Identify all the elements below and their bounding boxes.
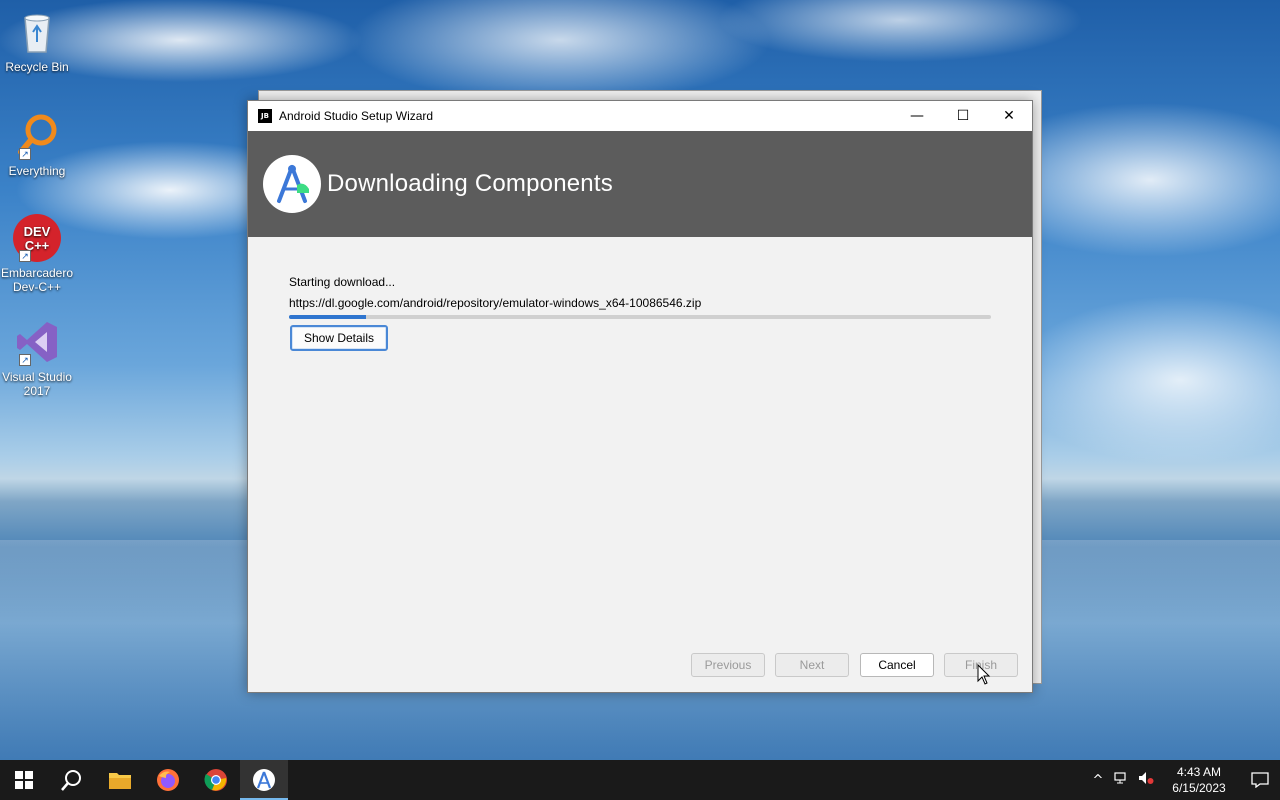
devcpp-icon: DEV C++ ↗ bbox=[13, 214, 61, 262]
window-controls: — ☐ ✕ bbox=[894, 101, 1032, 131]
notification-icon bbox=[1251, 772, 1269, 788]
desktop-icon-visual-studio[interactable]: ↗ Visual Studio 2017 bbox=[0, 318, 74, 398]
wizard-content: Starting download... https://dl.google.c… bbox=[248, 237, 1032, 692]
taskbar-firefox[interactable] bbox=[144, 760, 192, 800]
chrome-icon bbox=[204, 769, 227, 791]
windows-start-icon bbox=[15, 771, 33, 789]
dialog-titlebar[interactable]: JB Android Studio Setup Wizard — ☐ ✕ bbox=[248, 101, 1032, 131]
system-tray: ^ 4:43 AM 6/15/2023 bbox=[1086, 760, 1280, 800]
mouse-cursor-icon bbox=[977, 663, 991, 691]
taskbar-file-explorer[interactable] bbox=[96, 760, 144, 800]
clock-date: 6/15/2023 bbox=[1172, 781, 1226, 795]
taskbar-android-studio[interactable] bbox=[240, 760, 288, 800]
desktop-icon-label: Everything bbox=[8, 164, 66, 178]
start-button[interactable] bbox=[0, 760, 48, 800]
show-details-button[interactable]: Show Details bbox=[290, 325, 388, 351]
desktop-icon-devcpp[interactable]: DEV C++ ↗ Embarcadero Dev-C++ bbox=[0, 214, 74, 294]
firefox-icon bbox=[157, 769, 179, 791]
android-studio-logo-icon bbox=[263, 155, 321, 213]
minimize-button[interactable]: — bbox=[894, 101, 940, 131]
download-status: Starting download... bbox=[289, 275, 396, 289]
recycle-bin-icon bbox=[13, 8, 61, 56]
dialog-title: Android Studio Setup Wizard bbox=[279, 109, 434, 123]
previous-button[interactable]: Previous bbox=[691, 653, 765, 677]
everything-search-icon: ↗ bbox=[13, 112, 61, 160]
download-progress-fill bbox=[289, 315, 367, 319]
shortcut-arrow-icon: ↗ bbox=[19, 250, 31, 262]
visual-studio-icon: ↗ bbox=[13, 318, 61, 366]
file-explorer-icon bbox=[109, 773, 131, 789]
desktop-icon-label: Recycle Bin bbox=[5, 60, 69, 74]
search-button[interactable] bbox=[48, 760, 96, 800]
search-icon bbox=[61, 770, 81, 791]
network-icon[interactable] bbox=[1110, 771, 1134, 789]
notification-center-button[interactable] bbox=[1240, 760, 1280, 800]
cancel-button[interactable]: Cancel bbox=[860, 653, 934, 677]
chevron-up-icon[interactable]: ^ bbox=[1086, 773, 1110, 788]
desktop-icon-everything[interactable]: ↗ Everything bbox=[0, 112, 74, 178]
setup-wizard-dialog: JB Android Studio Setup Wizard — ☐ ✕ Dow… bbox=[247, 100, 1033, 693]
shortcut-arrow-icon: ↗ bbox=[19, 354, 31, 366]
android-studio-icon bbox=[253, 769, 275, 791]
next-button[interactable]: Next bbox=[775, 653, 849, 677]
desktop-icon-recycle-bin[interactable]: Recycle Bin bbox=[0, 8, 74, 74]
close-button[interactable]: ✕ bbox=[986, 101, 1032, 131]
maximize-button[interactable]: ☐ bbox=[940, 101, 986, 131]
desktop-icon-label: Visual Studio 2017 bbox=[2, 370, 72, 398]
header-title: Downloading Components bbox=[327, 170, 613, 197]
taskbar: ^ 4:43 AM 6/15/2023 bbox=[0, 760, 1280, 800]
download-progress-bar bbox=[289, 315, 991, 319]
clock-time: 4:43 AM bbox=[1176, 765, 1222, 779]
wizard-header: Downloading Components bbox=[248, 131, 1032, 237]
shortcut-arrow-icon: ↗ bbox=[19, 148, 31, 160]
taskbar-chrome[interactable] bbox=[192, 760, 240, 800]
taskbar-clock[interactable]: 4:43 AM 6/15/2023 bbox=[1164, 764, 1234, 796]
download-url: https://dl.google.com/android/repository… bbox=[289, 296, 702, 310]
volume-muted-icon[interactable] bbox=[1134, 771, 1158, 789]
jetbrains-icon: JB bbox=[258, 109, 272, 123]
desktop-icon-label: Embarcadero Dev-C++ bbox=[0, 266, 74, 294]
